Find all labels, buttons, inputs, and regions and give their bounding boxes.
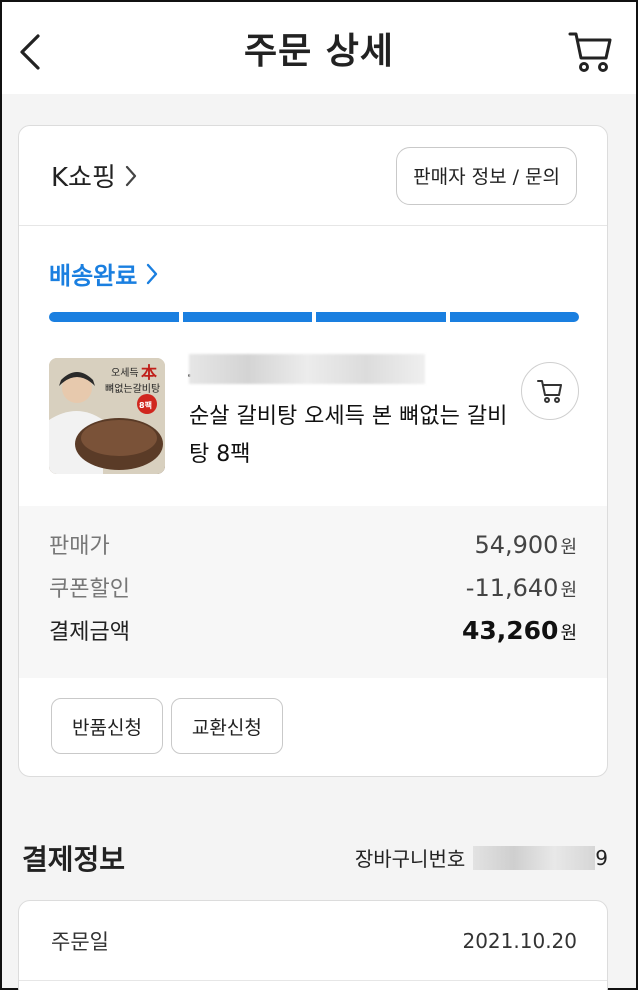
chevron-right-icon [147, 263, 158, 284]
seller-link[interactable]: K쇼핑 [51, 157, 138, 194]
currency-unit: 원 [560, 623, 577, 644]
product-item[interactable]: 오세득 本 뼈없는갈비탕 8팩 순살 갈비탕 오세득 본 뼈없는 갈비탕 8팩 [49, 354, 579, 478]
cart-number-suffix: 9 [595, 845, 608, 870]
seller-name: K쇼핑 [51, 163, 116, 193]
coupon-row: 쿠폰할인 -11,640 원 [49, 571, 577, 614]
order-date-row: 주문일 2021.10.20 [19, 901, 607, 981]
total-row: 결제금액 43,260 원 [49, 614, 577, 657]
cart-number: 장바구니번호 9 [355, 843, 608, 872]
return-request-button[interactable]: 반품신청 [51, 698, 163, 754]
top-bar: 주문 상세 [2, 2, 636, 94]
order-date-value: 2021.10.20 [462, 928, 577, 953]
total-label: 결제금액 [49, 620, 130, 645]
cart-number-label: 장바구니번호 [354, 847, 466, 871]
seller-row: K쇼핑 판매자 정보 / 문의 [19, 126, 607, 226]
cart-icon[interactable] [568, 28, 614, 74]
progress-segment [316, 312, 446, 322]
add-to-cart-button[interactable] [521, 362, 579, 420]
redacted-text [189, 354, 425, 384]
delivery-status-link[interactable]: 배송완료 [49, 256, 159, 291]
cart-icon [537, 380, 562, 403]
total-value: 43,260 [461, 616, 559, 645]
currency-unit: 원 [560, 580, 577, 601]
thumb-badge: 8팩 [139, 400, 152, 410]
delivery-progress-bar [49, 312, 579, 322]
redacted-text [473, 845, 596, 870]
price-summary: 판매가 54,900 원 쿠폰할인 -11,640 원 결제금액 43,260 원 [19, 506, 607, 678]
progress-segment [182, 312, 312, 322]
seller-info-button[interactable]: 판매자 정보 / 문의 [396, 146, 577, 205]
exchange-request-button[interactable]: 교환신청 [170, 698, 283, 754]
payment-info-card: 주문일 2021.10.20 [18, 900, 608, 990]
sale-price-row: 판매가 54,900 원 [49, 528, 577, 571]
delivery-status: 배송완료 [49, 262, 138, 290]
payment-section-title: 결제정보 [22, 843, 126, 876]
thumb-brand: 本 [141, 363, 157, 382]
coupon-label: 쿠폰할인 [49, 577, 130, 602]
sale-price-label: 판매가 [49, 534, 110, 559]
currency-unit: 원 [560, 537, 577, 558]
order-actions: 반품신청 교환신청 [51, 698, 283, 754]
sale-price-value: 54,900 [474, 531, 559, 559]
order-card: K쇼핑 판매자 정보 / 문의 배송완료 오세득 本 뼈없는갈비탕 8팩 순살 … [18, 125, 608, 777]
coupon-value: -11,640 [465, 574, 559, 602]
order-date-label: 주문일 [51, 929, 109, 954]
product-image-icon: 오세득 本 뼈없는갈비탕 8팩 [49, 358, 165, 474]
product-thumbnail[interactable]: 오세득 本 뼈없는갈비탕 8팩 [49, 358, 165, 474]
progress-segment [449, 312, 579, 322]
chevron-left-icon[interactable] [16, 32, 46, 72]
chevron-right-icon [125, 165, 136, 186]
progress-segment [49, 312, 179, 322]
thumb-caption: 오세득 [111, 367, 139, 379]
page-title: 주문 상세 [243, 31, 394, 72]
thumb-subtitle: 뼈없는갈비탕 [105, 382, 160, 395]
product-name[interactable]: 순살 갈비탕 오세득 본 뼈없는 갈비탕 8팩 [189, 398, 519, 474]
